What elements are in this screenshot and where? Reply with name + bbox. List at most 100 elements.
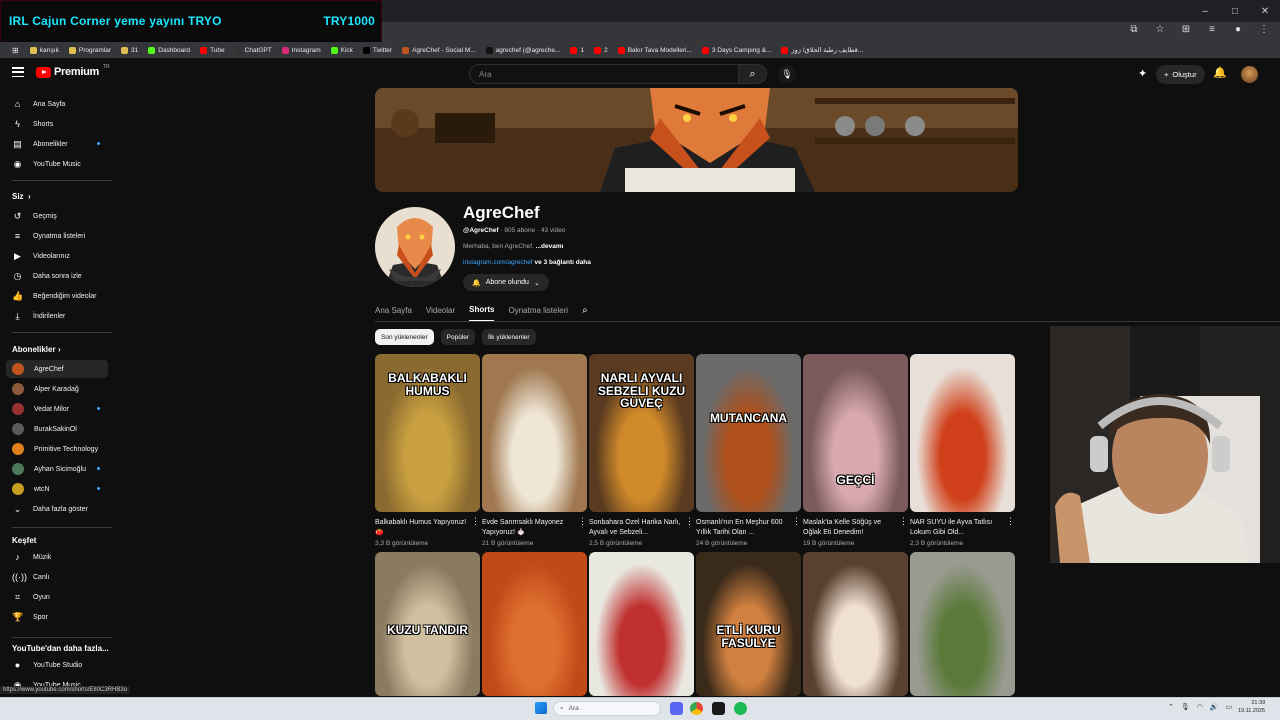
sidebar-item-m-zik[interactable]: ♪ Müzik	[6, 548, 108, 566]
tab-oynatma-listeleri[interactable]: Oynatma listeleri	[508, 306, 568, 321]
short-card[interactable]	[803, 552, 908, 696]
short-thumbnail[interactable]: GEÇCİ	[803, 354, 908, 512]
sidebar-item-wtcn[interactable]: wtcN	[6, 480, 108, 498]
extensions-icon[interactable]: ⊞	[1178, 24, 1194, 35]
close-button[interactable]: ✕	[1250, 0, 1280, 22]
subscribed-button[interactable]: 🔔 Abone olundu ⌄	[463, 274, 549, 291]
sidebar-item-agrechef[interactable]: AgreChef	[6, 360, 108, 378]
apps-grid-icon[interactable]: ⊞	[6, 46, 25, 55]
short-card[interactable]	[589, 552, 694, 696]
short-title[interactable]: Sonbahara Özel Harika Narlı, Ayvalı ve S…	[589, 518, 694, 539]
windows-start-icon[interactable]	[535, 702, 547, 714]
taskbar-search[interactable]: ⌕ Ara	[553, 701, 661, 716]
bookmark-item[interactable]: karışık	[25, 46, 64, 54]
sidebar-item-buraksakinol[interactable]: BurakSakinOl	[6, 420, 108, 438]
sidebar-item-videolar-n-z[interactable]: ▶ Videolarınız	[6, 247, 108, 265]
volume-icon[interactable]: 🔊	[1210, 703, 1219, 711]
sidebar-item-ge-mi-[interactable]: ↺ Geçmiş	[6, 207, 108, 225]
sidebar-item-oynatma-listeleri[interactable]: ≡ Oynatma listeleri	[6, 227, 108, 245]
sidebar-item-ayhan-sicimo-lu[interactable]: Ayhan Sicimoğlu	[6, 460, 108, 478]
bookmark-item[interactable]: Bakır Tava Modelleri...	[613, 46, 697, 54]
cast-icon[interactable]: ⧉	[1126, 24, 1142, 35]
sidebar-item-ana-sayfa[interactable]: ⌂ Ana Sayfa	[6, 95, 108, 113]
instagram-link[interactable]: instagram.com/agrechef	[463, 259, 533, 266]
short-title[interactable]: Maslak'ta Kelle Söğüş ve Oğlak Eti Dened…	[803, 518, 908, 539]
short-thumbnail[interactable]: KUZU TANDIR	[375, 552, 480, 696]
short-thumbnail[interactable]	[589, 552, 694, 696]
short-thumbnail[interactable]	[910, 552, 1015, 696]
more-options-icon[interactable]: ⋮	[792, 516, 801, 527]
discord-icon[interactable]	[670, 702, 683, 715]
short-card[interactable]: NAR SUYU ile Ayva Tatlısı Lokum Gibi Old…	[910, 354, 1015, 547]
more-options-icon[interactable]: ⋮	[899, 516, 908, 527]
sidebar-item-i-ndirilenler[interactable]: ⤓ İndirilenler	[6, 307, 108, 325]
app-icon[interactable]	[712, 702, 725, 715]
wifi-icon[interactable]: ◠	[1197, 703, 1203, 711]
bookmark-item[interactable]: قطايف رطبة الحلاق/ زوز...	[776, 46, 868, 54]
bookmark-item[interactable]: agrechef (@agreche...	[481, 46, 566, 54]
minimize-button[interactable]: –	[1190, 0, 1220, 22]
chrome-icon[interactable]	[690, 702, 703, 715]
channel-description[interactable]: Merhaba, ben AgreChef. ...devamı	[463, 243, 563, 250]
playlist-icon[interactable]: ≡	[1204, 24, 1220, 35]
short-thumbnail[interactable]: NARLI AYVALI SEBZELI KUZU GÜVEÇ	[589, 354, 694, 512]
hamburger-menu-icon[interactable]	[12, 67, 24, 77]
bookmark-item[interactable]: 2	[589, 46, 613, 54]
more-options-icon[interactable]: ⋮	[685, 516, 694, 527]
short-title[interactable]: Osmanlı'nın En Meşhur 600 Yıllık Tarihi …	[696, 518, 801, 539]
sidebar-heading-subscriptions[interactable]: Abonelikler	[12, 345, 56, 354]
tab-videolar[interactable]: Videolar	[426, 306, 455, 321]
bookmark-item[interactable]: Twitter	[358, 46, 397, 54]
chip-i-lk-y-klenenler[interactable]: İlk yüklenenler	[482, 329, 536, 345]
channel-search-icon[interactable]: ⌕	[582, 305, 588, 322]
show-more-button[interactable]: ⌄ Daha fazla göster	[6, 500, 108, 518]
bookmark-item[interactable]: Programlar	[64, 46, 116, 54]
bookmark-item[interactable]: 1	[565, 46, 589, 54]
sidebar-item-youtube-studio[interactable]: ● YouTube Studio	[6, 656, 108, 674]
chip-son-y-klenenler[interactable]: Son yüklenenler	[375, 329, 434, 345]
sidebar-item-vedat-milor[interactable]: Vedat Milor	[6, 400, 108, 418]
more-options-icon[interactable]: ⋮	[578, 516, 587, 527]
more-options-icon[interactable]: ⋮	[1006, 516, 1015, 527]
short-thumbnail[interactable]: BALKABAKLI HUMUS	[375, 354, 480, 512]
voice-search-button[interactable]: 🎙	[778, 65, 796, 83]
clock[interactable]: 21:39 19.11.2025	[1238, 700, 1265, 715]
star-icon[interactable]: ☆	[1152, 24, 1168, 35]
short-title[interactable]: NAR SUYU ile Ayva Tatlısı Lokum Gibi Old…	[910, 518, 1015, 539]
tab-shorts[interactable]: Shorts	[469, 305, 495, 322]
short-card[interactable]: MUTANCANA Osmanlı'nın En Meşhur 600 Yıllı…	[696, 354, 801, 547]
bookmark-item[interactable]: Kick	[326, 46, 358, 54]
bookmark-item[interactable]: 3 Days Camping &...	[697, 46, 777, 54]
sidebar-item-youtube-music[interactable]: ◉ YouTube Music	[6, 155, 108, 173]
tab-ana-sayfa[interactable]: Ana Sayfa	[375, 306, 412, 321]
short-card[interactable]: KUZU TANDIR	[375, 552, 480, 696]
more-options-icon[interactable]: ⋮	[471, 516, 480, 527]
search-input[interactable]: Ara	[469, 64, 739, 84]
profile-icon[interactable]: ●	[1230, 24, 1246, 35]
sidebar-item-be-endi-im-videolar[interactable]: 👍 Beğendiğim videolar	[6, 287, 108, 305]
short-thumbnail[interactable]	[482, 354, 587, 512]
bookmark-item[interactable]: AgreChef - Social M...	[397, 46, 481, 54]
sidebar-item-canl-[interactable]: ((·)) Canlı	[6, 568, 108, 586]
maximize-button[interactable]: □	[1220, 0, 1250, 22]
short-thumbnail[interactable]: ETLİ KURU FASULYE	[696, 552, 801, 696]
youtube-logo[interactable]: Premium TR	[36, 64, 110, 78]
mic-icon[interactable]: 🎙	[1181, 703, 1190, 711]
short-thumbnail[interactable]: MUTANCANA	[696, 354, 801, 512]
bookmark-item[interactable]: 31	[116, 46, 143, 54]
sidebar-item-daha-sonra-izle[interactable]: ◷ Daha sonra izle	[6, 267, 108, 285]
search-button[interactable]: ⌕	[739, 64, 767, 84]
short-card[interactable]: Evde Sarımsaklı Mayonez Yapıyoruz! 🧄 21 B…	[482, 354, 587, 547]
account-avatar[interactable]	[1241, 66, 1258, 83]
battery-icon[interactable]: ▭	[1226, 703, 1233, 711]
short-card[interactable]: ETLİ KURU FASULYE	[696, 552, 801, 696]
sidebar-item-shorts[interactable]: ϟ Shorts	[6, 115, 108, 133]
sidebar-item-primitive-technology[interactable]: Primitive Technology	[6, 440, 108, 458]
short-card[interactable]	[482, 552, 587, 696]
short-title[interactable]: Evde Sarımsaklı Mayonez Yapıyoruz! 🧄	[482, 518, 587, 539]
bookmark-item[interactable]: ChatGPT	[230, 46, 277, 54]
sidebar-item-abonelikler[interactable]: ▤ Abonelikler	[6, 135, 108, 153]
bookmark-item[interactable]: Tube	[195, 46, 230, 54]
description-more-link[interactable]: ...devamı	[536, 243, 564, 250]
sidebar-heading-you[interactable]: Siz	[12, 192, 24, 201]
